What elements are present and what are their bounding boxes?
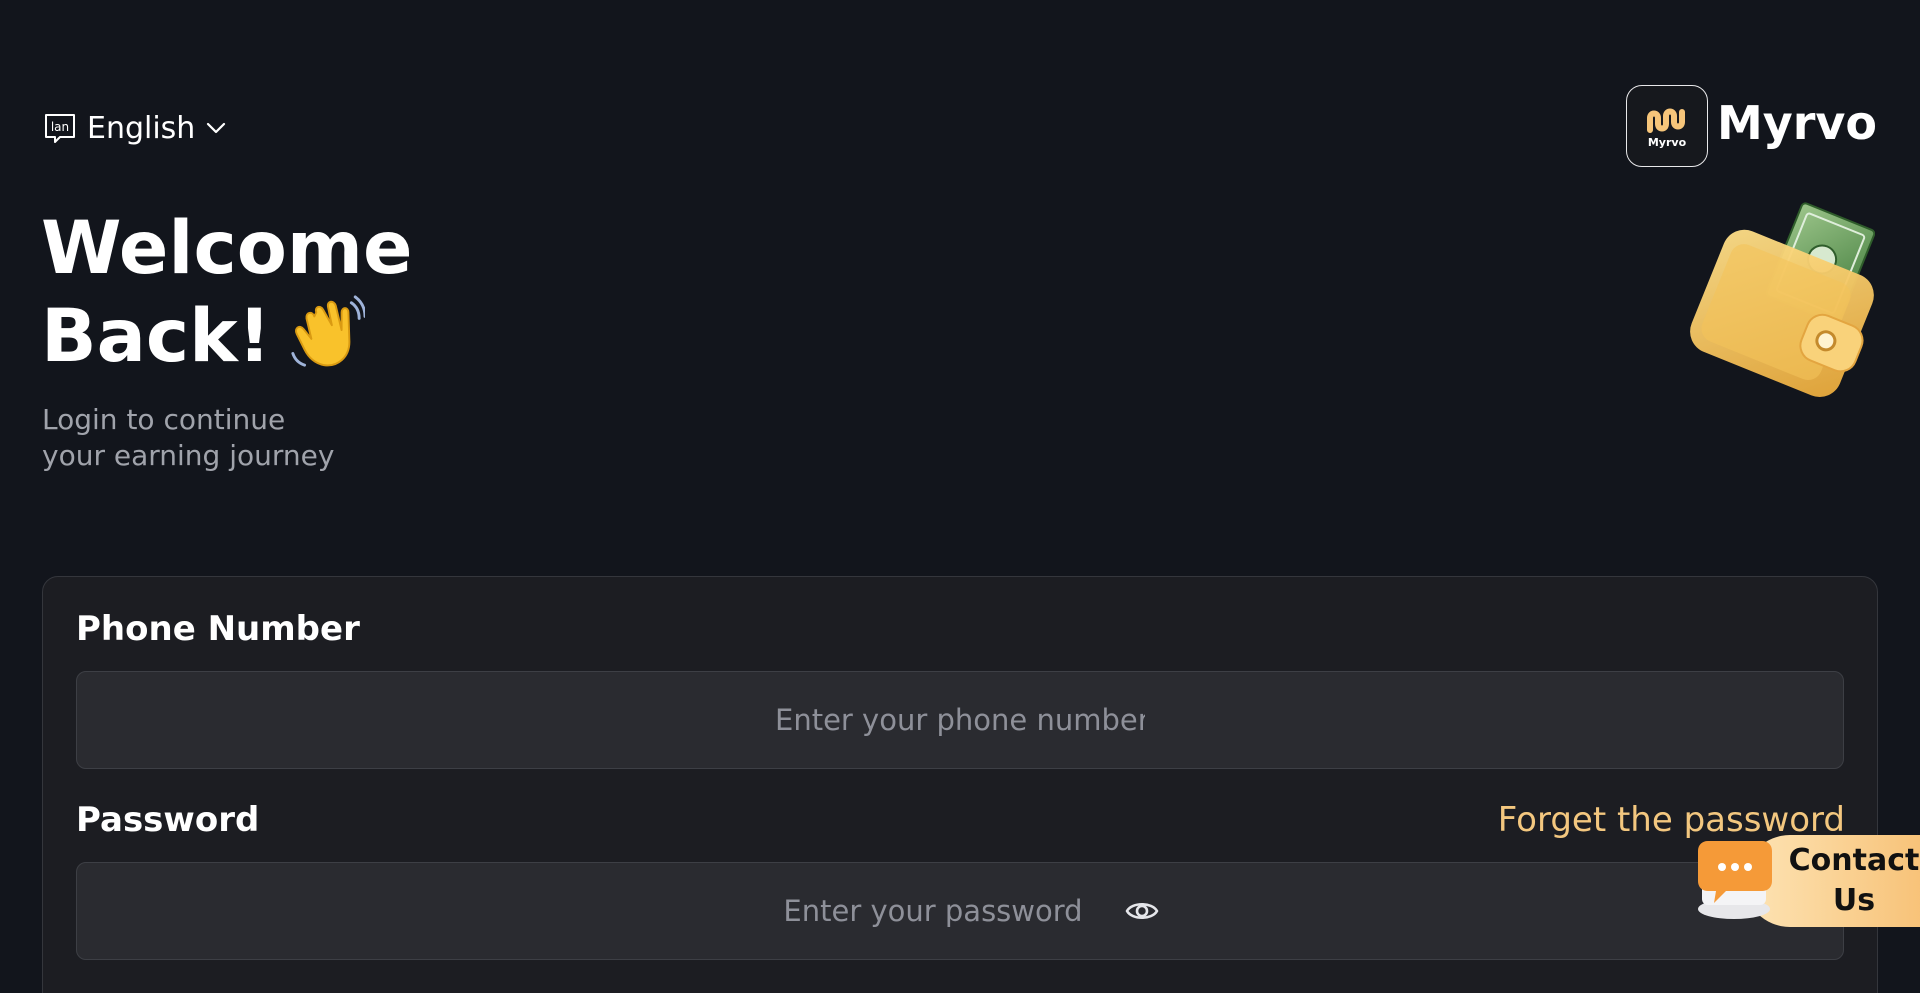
phone-field[interactable] bbox=[76, 671, 1844, 769]
eye-icon[interactable] bbox=[1125, 894, 1159, 928]
password-input[interactable] bbox=[761, 893, 1105, 929]
language-label: English bbox=[87, 110, 196, 146]
waving-hand-icon bbox=[291, 295, 366, 367]
page-subtitle: Login to continue your earning journey bbox=[42, 402, 334, 474]
contact-us-button[interactable]: Contact Us bbox=[1692, 831, 1920, 931]
title-line-2: Back! bbox=[41, 294, 272, 379]
chat-bubble-icon bbox=[1698, 841, 1772, 919]
phone-input[interactable] bbox=[773, 702, 1147, 738]
subtitle-line-2: your earning journey bbox=[42, 439, 335, 472]
wallet-with-cash-icon bbox=[1690, 202, 1875, 397]
logo-text: Myrvo bbox=[1647, 135, 1687, 149]
contact-us-line-2: Us bbox=[1832, 883, 1876, 918]
password-label: Password bbox=[76, 800, 260, 840]
login-page: lan English Myrvo Myrvo Welcome Back! Lo… bbox=[0, 0, 1920, 993]
subtitle-line-1: Login to continue bbox=[42, 403, 286, 436]
brand-name: Myrvo bbox=[1716, 96, 1877, 150]
language-icon-text: lan bbox=[51, 120, 69, 134]
login-form-card: Phone Number Password Forget the passwor… bbox=[42, 576, 1878, 993]
language-icon: lan bbox=[45, 114, 75, 143]
brand-logo: Myrvo bbox=[1626, 85, 1708, 167]
brand-mark-icon bbox=[1647, 108, 1685, 133]
page-title: Welcome Back! bbox=[41, 205, 412, 381]
phone-label: Phone Number bbox=[76, 609, 360, 649]
title-line-2-row: Back! bbox=[41, 293, 412, 381]
language-selector[interactable]: lan English bbox=[43, 108, 227, 148]
chevron-down-icon bbox=[207, 122, 226, 134]
title-line-1: Welcome bbox=[41, 206, 413, 291]
contact-us-label: Contact Us bbox=[1784, 841, 1920, 921]
password-field[interactable] bbox=[76, 862, 1844, 960]
contact-us-line-1: Contact bbox=[1788, 843, 1920, 878]
